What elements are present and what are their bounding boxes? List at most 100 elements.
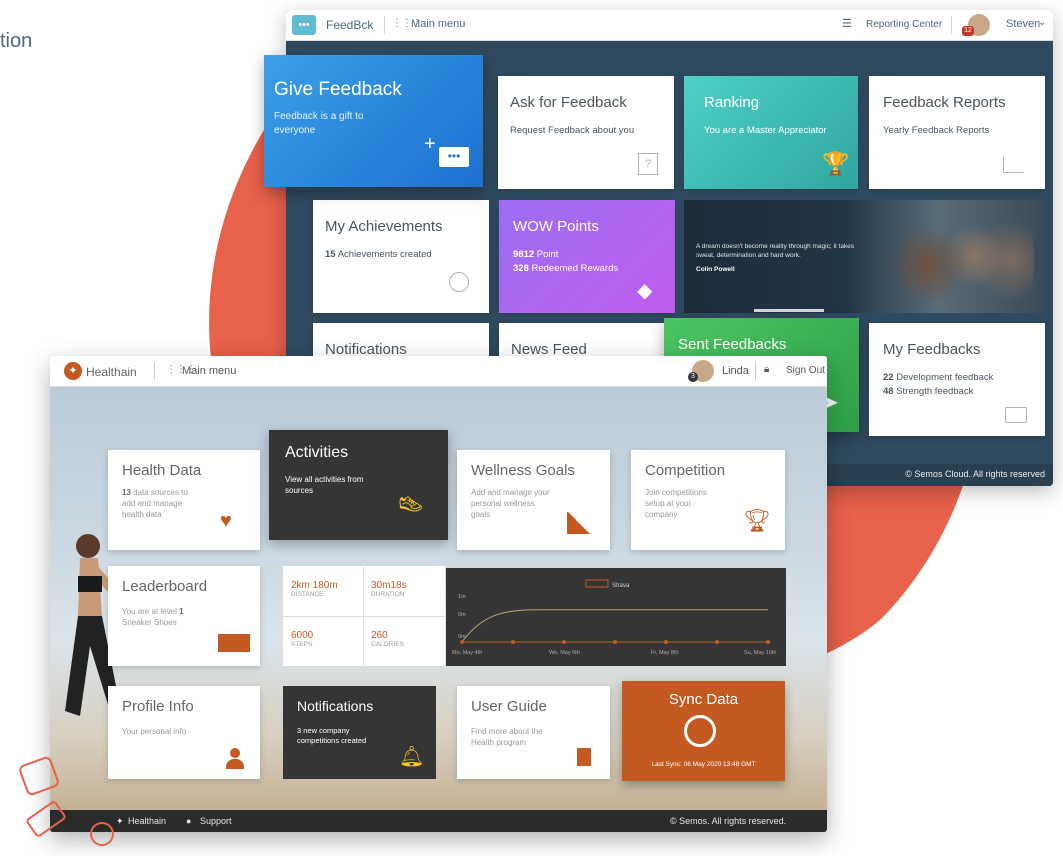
main-menu-button[interactable]: Main menu: [411, 18, 465, 30]
chat-logo-icon: •••: [292, 15, 316, 35]
award-icon: [449, 272, 469, 292]
tile-title: Competition: [645, 462, 726, 479]
quote-text: A dream doesn't become reality through m…: [696, 243, 855, 259]
stat-label: CALORIES: [371, 641, 404, 648]
data-point: [664, 640, 668, 644]
activities-tile[interactable]: Activities View all activities from sour…: [269, 430, 448, 540]
points-value: 9812: [513, 249, 535, 260]
level-prefix: You are at level: [122, 607, 177, 616]
partial-heading: tion: [0, 30, 33, 52]
question-icon: ?: [638, 153, 658, 175]
stairs-icon: [567, 512, 591, 534]
reporting-center-link[interactable]: Reporting Center: [866, 19, 942, 30]
competition-tile[interactable]: Competition Join competitions setup at y…: [631, 450, 785, 550]
divider: [384, 16, 385, 34]
my-feedbacks-tile[interactable]: My Feedbacks 22 Development feedback 48 …: [869, 323, 1045, 436]
tile-title: Sync Data: [668, 691, 739, 708]
chat-bubble-icon: •••: [439, 147, 469, 167]
sync-ring-icon[interactable]: [684, 715, 716, 747]
tile-subtitle: 13 data sources to add and manage health…: [122, 487, 202, 520]
tile-title: Notifications: [297, 698, 374, 714]
runner-logo-icon: ✦: [64, 362, 82, 380]
stat-value: 30m18s: [371, 580, 407, 591]
dev-feedback-line: 22 Development feedback: [883, 371, 993, 385]
support-icon: ●: [186, 816, 192, 826]
copyright: © Semos. All rights reserved.: [670, 816, 787, 826]
stat-label: DISTANCE: [291, 591, 324, 598]
sync-data-tile[interactable]: Sync Data Last Sync: 06 May 2020 13:48 G…: [622, 681, 785, 781]
tile-title: My Feedbacks: [883, 341, 981, 358]
achievements-tile[interactable]: My Achievements 15 Achievements created: [313, 200, 489, 313]
main-menu-button[interactable]: Main menu: [182, 365, 236, 377]
stat-value: 6000: [291, 630, 314, 641]
redeemed-label: Redeemed Rewards: [531, 263, 619, 274]
stat-label: STEPS: [291, 641, 313, 648]
tile-title: Activities: [285, 444, 349, 461]
data-point: [715, 640, 719, 644]
x-tick-label: Mo, May 4th: [452, 650, 482, 656]
divider: [951, 16, 952, 34]
support-link[interactable]: Support: [200, 816, 232, 826]
leaderboard-tile[interactable]: Leaderboard You are at level 1 Sneaker S…: [108, 566, 260, 666]
ask-feedback-tile[interactable]: Ask for Feedback Request Feedback about …: [498, 76, 674, 189]
give-feedback-tile[interactable]: Give Feedback Feedback is a gift to ever…: [264, 55, 483, 187]
healthain-footer: ✦ Healthain ● Support © Semos. All right…: [50, 810, 827, 832]
tile-subtitle: Your personal info: [122, 727, 187, 736]
stat-duration: 30m18s DURATION: [371, 580, 407, 598]
ranking-tile[interactable]: Ranking You are a Master Appreciator 🏆: [684, 76, 858, 189]
podium-icon: [218, 634, 250, 652]
wellness-goals-tile[interactable]: Wellness Goals Add and manage your perso…: [457, 450, 610, 550]
y-tick-label: 1m: [458, 594, 466, 600]
y-tick-label: 0m: [458, 612, 466, 618]
notifications-tile[interactable]: Notifications 3 new company competitions…: [283, 686, 436, 779]
heart-icon: ♥: [220, 510, 232, 532]
data-point: [613, 640, 617, 644]
bar-chart-icon: [1003, 156, 1024, 173]
tile-subtitle: Add and manage your personal wellness go…: [471, 488, 550, 519]
wow-points-tile[interactable]: WOW Points 9812 Point 328 Redeemed Rewar…: [499, 200, 675, 313]
dev-label: Development feedback: [896, 372, 994, 383]
legend-swatch: [585, 579, 609, 588]
chat-icon: [1005, 407, 1027, 423]
notification-badge: 3: [688, 372, 698, 382]
sources-count: 13: [122, 488, 131, 497]
sources-label: data sources to add and manage health da…: [122, 488, 188, 519]
tile-title: Ranking: [704, 94, 760, 111]
legend-label: Strava: [612, 583, 630, 589]
stat-value: 2km 180m: [291, 580, 338, 591]
bell-icon: 🔔︎: [399, 746, 425, 768]
healthain-window: ✦ Healthain ⋮⋮⋮ Main menu 3 Linda 🔒︎ Sig…: [50, 356, 827, 832]
data-point: [511, 640, 515, 644]
points-line: 9812 Point: [513, 248, 558, 262]
tile-subtitle: Request Feedback about you: [510, 125, 635, 136]
healthain-top-bar: ✦ Healthain ⋮⋮⋮ Main menu 3 Linda 🔒︎ Sig…: [50, 356, 827, 387]
copyright: © Semos Cloud. All rights reserved: [905, 469, 1045, 479]
user-icon: [226, 748, 244, 770]
x-tick-label: Fr, May 8th: [651, 650, 679, 656]
tile-title: Sent Feedbacks: [678, 336, 787, 353]
sneaker-icon: 👟︎: [397, 492, 425, 517]
health-data-tile[interactable]: Health Data 13 data sources to add and m…: [108, 450, 260, 550]
sign-out-link[interactable]: Sign Out: [786, 365, 825, 376]
feedback-reports-tile[interactable]: Feedback Reports Yearly Feedback Reports: [869, 76, 1045, 189]
feedbck-top-bar: ••• FeedBck ⋮⋮⋮ Main menu ☰ Reporting Ce…: [286, 10, 1053, 41]
x-tick-label: We, May 6th: [549, 650, 580, 656]
points-unit: Point: [536, 249, 559, 260]
footer-brand: Healthain: [128, 816, 167, 826]
user-name[interactable]: Steven: [1006, 18, 1040, 30]
tile-title: User Guide: [471, 698, 547, 715]
feedbck-brand: FeedBck: [326, 18, 374, 32]
activity-chart: Strava1m0m0mMo, May 4th We, May 6th Fr, Ma…: [452, 579, 776, 656]
profile-info-tile[interactable]: Profile Info Your personal info: [108, 686, 260, 779]
chevron-down-icon[interactable]: ⌄: [1038, 17, 1046, 28]
carousel-indicator[interactable]: [754, 309, 824, 312]
user-name[interactable]: Linda: [722, 365, 749, 377]
team-photo: [884, 220, 1034, 310]
quote-banner: A dream doesn't become reality through m…: [684, 200, 1046, 313]
tile-subtitle: Yearly Feedback Reports: [883, 125, 990, 136]
data-point: [460, 640, 464, 644]
level-value: 1: [179, 607, 184, 616]
tile-title: Ask for Feedback: [510, 94, 627, 111]
user-guide-tile[interactable]: User Guide Find more about the Health pr…: [457, 686, 610, 779]
tile-title: Wellness Goals: [471, 462, 575, 479]
